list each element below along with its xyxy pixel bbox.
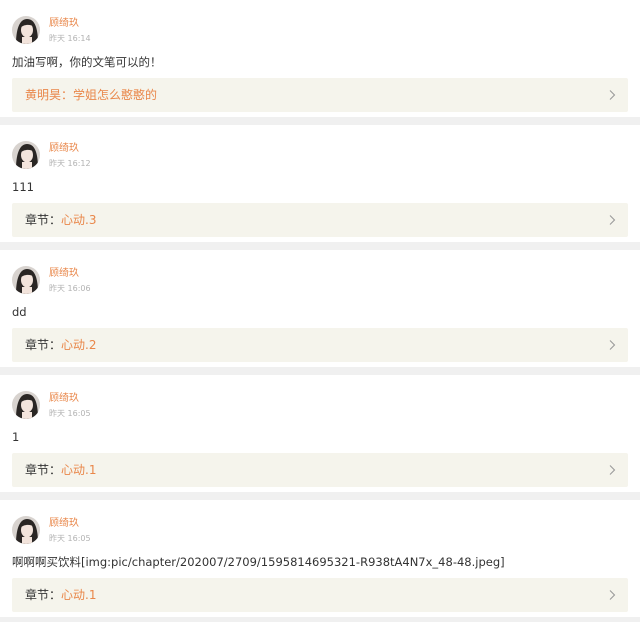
chevron-right-icon: [609, 465, 616, 475]
chapter-label: 章节：: [25, 463, 62, 477]
comment-card: 顾绮玖 昨天 16:12 111 章节：心动.3: [0, 125, 640, 242]
user-avatar[interactable]: [12, 516, 40, 544]
chapter-text: 章节：心动.1: [25, 587, 96, 603]
chapter-label: 章节：: [25, 588, 62, 602]
chapter-name: 心动.3: [61, 213, 97, 227]
comment-text: 加油写啊，你的文笔可以的！: [12, 55, 162, 69]
comment-card: 顾绮玖 昨天 16:05 啊啊啊买饮料[img:pic/chapter/2020…: [0, 500, 640, 617]
chapter-link[interactable]: 章节：心动.1: [12, 453, 628, 487]
comment-feed: 顾绮玖 昨天 16:14 加油写啊，你的文笔可以的！ 黄明昊：学姐怎么憨憨的 顾…: [0, 0, 640, 622]
comment-card: 顾绮玖 昨天 16:14 加油写啊，你的文笔可以的！ 黄明昊：学姐怎么憨憨的: [0, 0, 640, 117]
user-avatar[interactable]: [12, 391, 40, 419]
comment-text: 啊啊啊买饮料[img:pic/chapter/202007/2709/15958…: [12, 555, 505, 569]
user-avatar[interactable]: [12, 16, 40, 44]
username[interactable]: 顾绮玖: [49, 392, 79, 405]
chapter-label: 章节：: [25, 213, 62, 227]
chapter-text: 章节：心动.2: [25, 337, 96, 353]
chevron-right-icon: [609, 590, 616, 600]
reply-text-wrap: 黄明昊：学姐怎么憨憨的: [25, 87, 157, 103]
chapter-label: 章节：: [25, 338, 62, 352]
username[interactable]: 顾绮玖: [49, 142, 79, 155]
username[interactable]: 顾绮玖: [49, 17, 79, 30]
comment-text: 111: [12, 180, 34, 194]
comment-text: dd: [12, 305, 27, 319]
username[interactable]: 顾绮玖: [49, 517, 79, 530]
chapter-link[interactable]: 章节：心动.1: [12, 578, 628, 612]
chapter-link[interactable]: 章节：心动.2: [12, 328, 628, 362]
chevron-right-icon: [609, 215, 616, 225]
reply-text: 黄明昊：学姐怎么憨憨的: [25, 88, 158, 102]
comment-text: 1: [12, 430, 20, 444]
username[interactable]: 顾绮玖: [49, 267, 79, 280]
comment-card: 顾绮玖 昨天 16:05 1 章节：心动.1: [0, 375, 640, 492]
comment-time: 昨天 16:05: [49, 409, 91, 418]
comment-card: 顾绮玖 昨天 16:06 dd 章节：心动.2: [0, 250, 640, 367]
chapter-text: 章节：心动.1: [25, 462, 96, 478]
chevron-right-icon: [609, 90, 616, 100]
chapter-name: 心动.1: [61, 588, 97, 602]
comment-time: 昨天 16:12: [49, 159, 91, 168]
chapter-link[interactable]: 章节：心动.3: [12, 203, 628, 237]
chapter-name: 心动.1: [61, 463, 97, 477]
chevron-right-icon: [609, 340, 616, 350]
comment-time: 昨天 16:06: [49, 284, 91, 293]
user-avatar[interactable]: [12, 266, 40, 294]
reply-link[interactable]: 黄明昊：学姐怎么憨憨的: [12, 78, 628, 112]
chapter-text: 章节：心动.3: [25, 212, 96, 228]
comment-time: 昨天 16:05: [49, 534, 91, 543]
comment-time: 昨天 16:14: [49, 34, 91, 43]
user-avatar[interactable]: [12, 141, 40, 169]
chapter-name: 心动.2: [61, 338, 97, 352]
